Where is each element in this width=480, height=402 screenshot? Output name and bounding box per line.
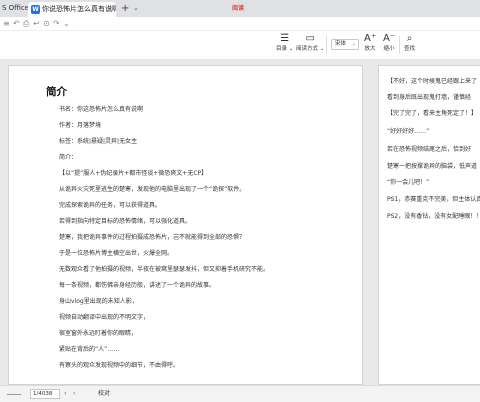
prev-page-icon[interactable]: ‹ [64, 389, 66, 399]
paragraph: 楚寒一把按撑诡异的脑袋，低声道 [387, 163, 478, 170]
paragraph: “你一会儿吧！” [387, 179, 430, 186]
tab-document-label: 你说恐怖片怎么真有说啊.e [42, 5, 116, 13]
paragraph: 无数观众看了他拍摄的视频，半夜在被窝里瑟瑟发抖，但又抑着手机研究不能。 [59, 266, 270, 273]
tab-list-chevron-icon[interactable]: ⌄ [133, 2, 139, 15]
page-number-field[interactable]: 1/4038 [30, 389, 60, 399]
paragraph: 完成探索诡异的任务，可以获得道具。 [59, 202, 162, 209]
paragraph: 简介： [59, 154, 78, 161]
zoom-out-icon: A⁻ [383, 33, 396, 44]
catalog-icon: ☰ [280, 33, 290, 44]
paragraph: 楚寒，我把诡异事件的过程拍摄成恐怖片，岂不就能得到全部的恐惧？ [59, 234, 246, 241]
quick-access-toolbar: ≡ ↶ ⎙ ↩ ⊙ ↷ ⌄ [0, 17, 480, 31]
zoom-in-button[interactable]: A⁺ 放大 [364, 33, 376, 53]
paragraph: 宿室窗外永远盯着你的眼睛， [59, 330, 138, 337]
next-page-icon[interactable]: › [73, 389, 75, 399]
search-label: 查找 [404, 46, 416, 52]
document-page-right: 【不好，这个时候鬼已经跟上来了 看到身后既出现鬼打墙，谨慎经 【完了完了，看来主… [378, 65, 480, 385]
tab-document[interactable]: W 你说恐怖片怎么真有说啊.e × [28, 2, 116, 17]
reading-ribbon: ☰ 目录 ⌄ ▭ 阅读方式 ⌄ 宋体 ⌄ A⁺ 放大 A⁻ 缩小 ⌕ 查找 [0, 31, 480, 60]
ribbon-divider [399, 36, 400, 54]
ribbon-divider [326, 36, 327, 54]
document-workspace[interactable]: 简介 书名：你这恐怖片怎么真有说啊 作者：月落梦境 标签：系统|悬疑|灵异|无女… [0, 61, 480, 385]
chevron-down-icon: ⌄ [351, 41, 356, 47]
page-slider[interactable] [7, 394, 21, 395]
back-icon[interactable]: ↩ [33, 19, 40, 29]
paragraph: 标签：系统|悬疑|灵异|无女主 [59, 138, 138, 145]
paragraph: 身山vlog里出现的未知人影， [59, 298, 138, 305]
read-mode-label: 阅读方式 ⌄ [296, 46, 325, 52]
search-button[interactable]: ⌕ 查找 [404, 33, 415, 53]
read-mode-icon: ▭ [305, 33, 315, 44]
zoom-out-button[interactable]: A⁻ 缩小 [383, 33, 395, 53]
proofread-button[interactable]: 校对 [98, 389, 110, 399]
paragraph: 【以“提”服人+伪纪录片+都市怪谈+微恐爽文+无CP】 [59, 170, 208, 177]
status-bar: 1/4038 ‹ › 校对 [0, 385, 480, 402]
customize-chevron-icon[interactable]: ⌄ [63, 19, 70, 29]
font-select[interactable]: 宋体 ⌄ [331, 39, 359, 50]
new-tab-button[interactable]: + [121, 2, 129, 15]
read-mode-button[interactable]: ▭ 阅读方式 ⌄ [296, 33, 324, 53]
menu-icon[interactable]: ≡ [3, 19, 10, 29]
paragraph: PS1，赤赛重克不完美，但主体认真 [387, 196, 480, 203]
close-icon[interactable]: × [107, 2, 113, 17]
writer-doc-icon: W [31, 5, 40, 14]
paragraph: 【不好，这个时候鬼已经跟上来了 [387, 78, 478, 85]
print-icon[interactable]: ⎙ [23, 19, 29, 29]
paragraph: 看到身后既出现鬼打墙，谨慎经 [387, 94, 472, 101]
tab-bar: S Office W 你说恐怖片怎么真有说啊.e × + ⌄ 阅读 [0, 0, 480, 17]
search-icon: ⌕ [406, 33, 413, 44]
document-page-left: 简介 书名：你这恐怖片怎么真有说啊 作者：月落梦境 标签：系统|悬疑|灵异|无女… [8, 65, 363, 385]
paragraph: 【完了完了，看来主角死定了！】 [387, 110, 478, 117]
preview-icon[interactable]: ⊙ [43, 19, 50, 29]
paragraph: 作者：月落梦境 [59, 122, 102, 129]
paragraph: 从诡异火灾死里逃生的楚寒，发现他的电脑里出现了一个“诡探”软件。 [59, 186, 246, 193]
redo-icon[interactable]: ↷ [53, 19, 60, 29]
paragraph: 视频自动翻译中出现的不明文字， [59, 314, 150, 321]
section-heading: 简介 [46, 86, 67, 98]
zoom-out-label: 缩小 [383, 46, 395, 52]
paragraph: 有察头的观众发现视频中的细节，不由得呼。 [59, 362, 180, 369]
paragraph: 若在恐怖视频结尾之后，恰到好 [387, 146, 472, 153]
zoom-in-icon: A⁺ [364, 33, 377, 44]
paragraph: 每一条视频，都伤佛亲身经历般，讲述了一个诡异的故事。 [59, 282, 216, 289]
undo-icon[interactable]: ↶ [13, 19, 20, 29]
catalog-button[interactable]: ☰ 目录 ⌄ [276, 33, 293, 53]
paragraph: 若得到指向特定目标的恐怖情绪，可以强化道具。 [59, 218, 192, 225]
zoom-in-label: 放大 [364, 46, 376, 52]
font-select-value: 宋体 [335, 41, 347, 47]
paragraph: 紧贴在背后的“人”…… [59, 346, 120, 353]
reading-mode-badge: 阅读 [232, 5, 245, 12]
paragraph: PS2，没有香钻，没有女配睡眼！！ [387, 213, 480, 220]
paragraph: 书名：你这恐怖片怎么真有说啊 [59, 106, 144, 113]
paragraph: 于是一位恐怖片博主横空出世，火爆全网。 [59, 250, 174, 257]
catalog-label: 目录 ⌄ [276, 46, 294, 52]
paragraph: “好好好好……” [387, 128, 430, 135]
